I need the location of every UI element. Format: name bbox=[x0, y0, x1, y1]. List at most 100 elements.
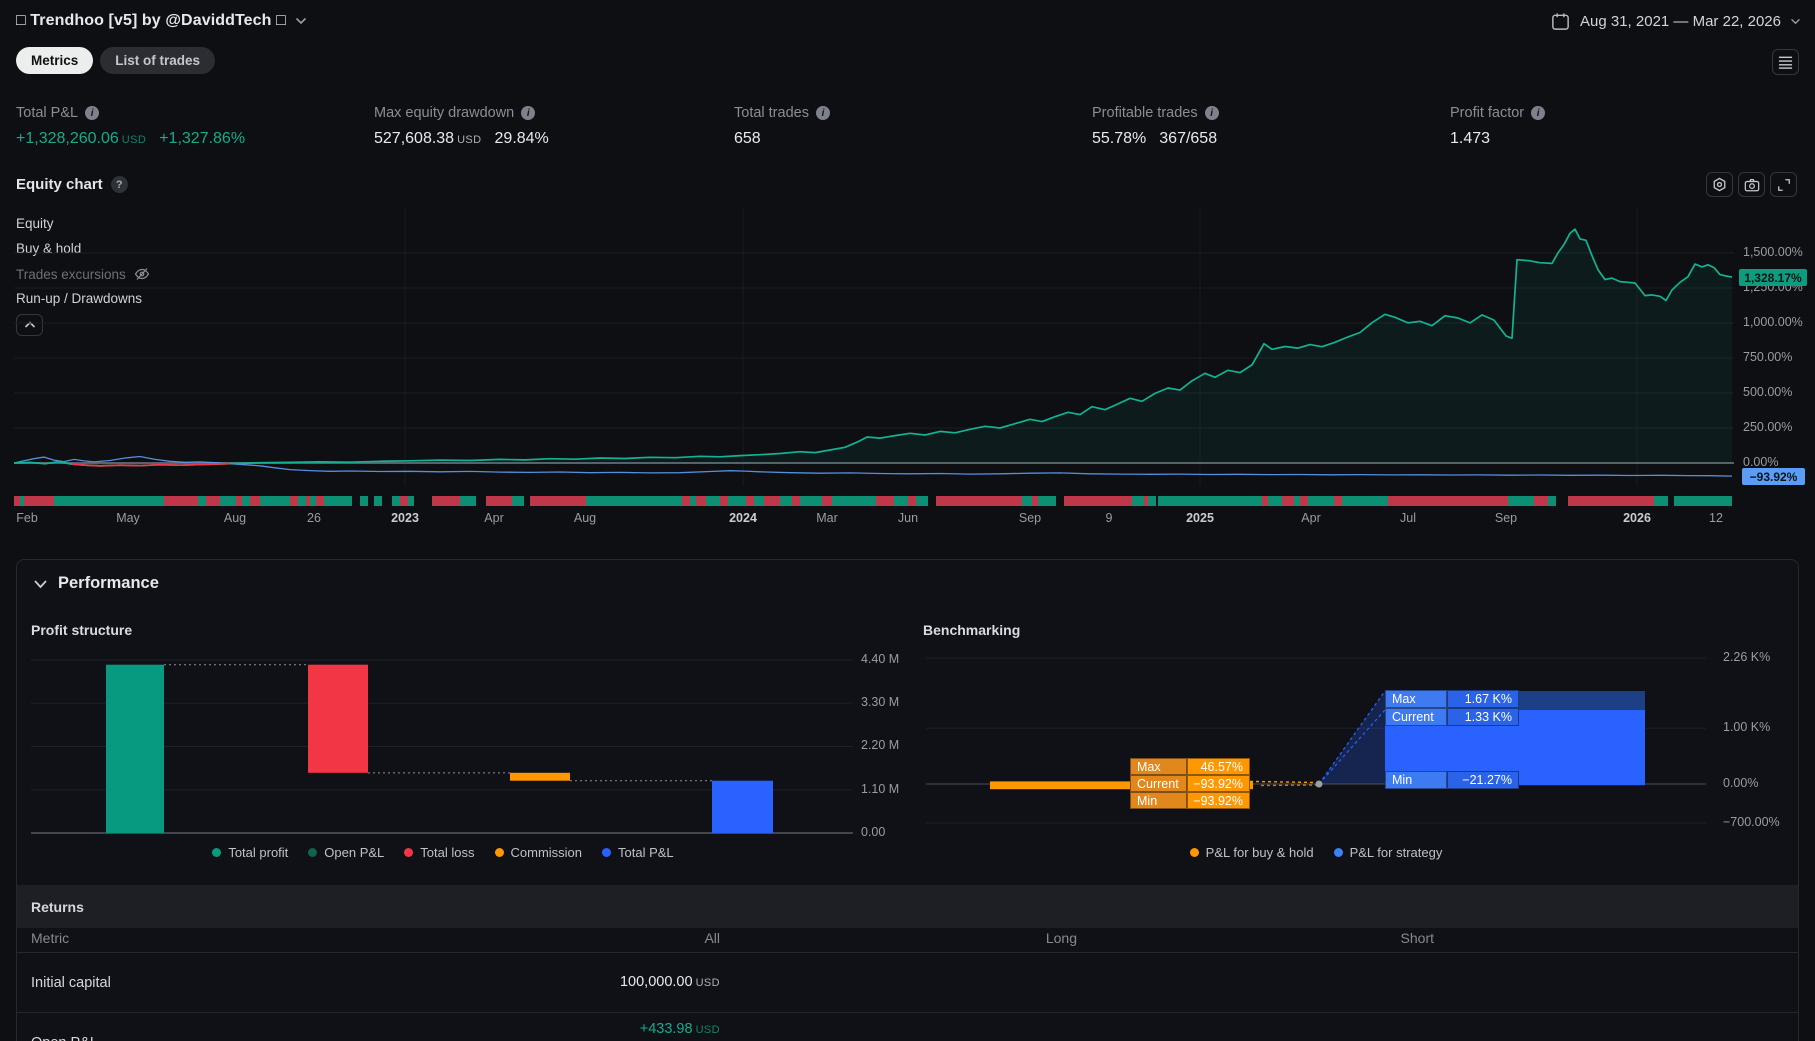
legend-item-commission: Commission bbox=[495, 845, 583, 860]
trade-strip-segment bbox=[894, 496, 908, 506]
tab-metrics[interactable]: Metrics bbox=[16, 47, 93, 74]
trade-strip-segment bbox=[682, 496, 690, 506]
performance-card: Performance Profit structure 4.40 M3.30 … bbox=[16, 559, 1799, 1041]
trade-strip-segment bbox=[1548, 496, 1556, 506]
x-axis-label: 26 bbox=[307, 511, 321, 525]
y-axis-label: 0.00 bbox=[861, 825, 885, 839]
trade-strip-segment bbox=[1334, 496, 1342, 506]
trade-strip-segment bbox=[764, 496, 780, 506]
strategy-title-menu[interactable]: □ Trendhoo [v5] by @DaviddTech □ bbox=[16, 12, 307, 30]
profit-structure-chart bbox=[31, 651, 855, 841]
x-axis-label: May bbox=[116, 511, 140, 525]
strategy-stats-table: Max1.67 K%Current1.33 K% bbox=[1385, 690, 1519, 726]
legend-dot-icon bbox=[602, 848, 611, 857]
y-axis-label: −700.00% bbox=[1723, 815, 1780, 829]
trade-strip-segment bbox=[164, 496, 198, 506]
layout-menu-button[interactable] bbox=[1772, 49, 1799, 75]
trade-strip-segment bbox=[352, 496, 360, 506]
trade-strip-segment bbox=[206, 496, 220, 506]
y-axis-label: 500.00% bbox=[1743, 385, 1792, 399]
trade-strip-segment bbox=[746, 496, 754, 506]
chevron-down-icon bbox=[295, 17, 307, 25]
x-axis-label: 2023 bbox=[391, 511, 419, 525]
waterfall-bar-total-profit bbox=[106, 665, 164, 833]
equity-chart-plot[interactable] bbox=[14, 208, 1734, 493]
date-range-picker[interactable]: Aug 31, 2021 — Mar 22, 2026 bbox=[1550, 11, 1801, 32]
performance-title: Performance bbox=[58, 574, 159, 593]
x-axis-label: Jul bbox=[1400, 511, 1416, 525]
trade-strip-segment bbox=[936, 496, 1022, 506]
y-axis-label: 0.00% bbox=[1743, 455, 1778, 469]
metric-max-equity-drawdown: Max equity drawdown i 527,608.38USD 29.8… bbox=[374, 105, 549, 148]
trade-strip-segment bbox=[260, 496, 290, 506]
trade-strip-segment bbox=[1388, 496, 1508, 506]
strategy-tester-panel: □ Trendhoo [v5] by @DaviddTech □ Aug 31,… bbox=[0, 0, 1815, 1041]
table-row-open-p-l: Open P&L +433.98USD bbox=[17, 1013, 1798, 1041]
trade-strip-segment bbox=[728, 496, 746, 506]
y-axis-label: 250.00% bbox=[1743, 420, 1792, 434]
trade-strip-segment bbox=[832, 496, 876, 506]
x-axis-label: Aug bbox=[574, 511, 596, 525]
x-axis-label: Jun bbox=[898, 511, 918, 525]
snapshot-button[interactable] bbox=[1738, 172, 1765, 197]
buy-hold-last-value-badge: −93.92% bbox=[1742, 468, 1805, 485]
calendar-icon bbox=[1550, 11, 1571, 32]
performance-section-toggle[interactable]: Performance bbox=[33, 574, 159, 593]
fullscreen-button[interactable] bbox=[1770, 172, 1797, 197]
legend-dot-icon bbox=[308, 848, 317, 857]
trade-strip-segment bbox=[242, 496, 250, 506]
legend-dot-icon bbox=[1190, 848, 1199, 857]
trade-strip-segment bbox=[374, 496, 382, 506]
trade-strip-segment bbox=[1342, 496, 1388, 506]
trade-strip-segment bbox=[316, 496, 324, 506]
legend-dot-icon bbox=[404, 848, 413, 857]
x-axis-label: Sep bbox=[1495, 511, 1517, 525]
menu-lines-icon bbox=[1778, 55, 1793, 69]
trade-strip-segment bbox=[1038, 496, 1056, 506]
y-axis-label: 3.30 M bbox=[861, 695, 899, 709]
benchmarking-title: Benchmarking bbox=[923, 622, 1020, 638]
trade-strip-segment bbox=[1300, 496, 1308, 506]
expand-icon bbox=[1777, 178, 1791, 192]
y-axis-label: 1,000.00% bbox=[1743, 315, 1803, 329]
table-row-initial-capital: Initial capital 100,000.00USD bbox=[17, 953, 1798, 1013]
info-icon[interactable]: i bbox=[816, 106, 830, 120]
trade-strip-segment bbox=[1568, 496, 1654, 506]
equity-chart-header: Equity chart ? bbox=[16, 176, 128, 193]
info-icon[interactable]: i bbox=[521, 106, 535, 120]
chevron-down-icon bbox=[33, 579, 48, 589]
trade-strip-segment bbox=[400, 496, 408, 506]
x-axis-label: 9 bbox=[1106, 511, 1113, 525]
info-icon[interactable]: i bbox=[1531, 106, 1545, 120]
returns-header-row: MetricAllLongShort bbox=[17, 928, 1798, 953]
waterfall-bar-total-p-l bbox=[712, 781, 773, 833]
trade-strip-segment bbox=[1282, 496, 1294, 506]
trade-strip-segment bbox=[1132, 496, 1144, 506]
tab-list-of-trades[interactable]: List of trades bbox=[100, 47, 215, 74]
trade-strip-segment bbox=[780, 496, 792, 506]
legend-item-open-p-l: Open P&L bbox=[308, 845, 384, 860]
equity-chart-title: Equity chart bbox=[16, 176, 103, 193]
help-icon[interactable]: ? bbox=[111, 176, 128, 193]
x-axis-label: 2026 bbox=[1623, 511, 1651, 525]
chart-settings-button[interactable] bbox=[1706, 172, 1733, 197]
trade-strip-segment bbox=[460, 496, 476, 506]
trade-strip-segment bbox=[290, 496, 298, 506]
trade-strip-segment bbox=[298, 496, 306, 506]
info-icon[interactable]: i bbox=[85, 106, 99, 120]
trade-strip-segment bbox=[696, 496, 706, 506]
trade-strip-segment bbox=[530, 496, 586, 506]
returns-section-header[interactable]: Returns bbox=[17, 885, 1798, 928]
trade-strip-segment bbox=[24, 496, 54, 506]
trade-strip-segment bbox=[324, 496, 352, 506]
trade-strip-segment bbox=[1308, 496, 1334, 506]
origin-dot-icon bbox=[1316, 781, 1323, 788]
legend-dot-icon bbox=[1334, 848, 1343, 857]
y-axis-label: 1.00 K% bbox=[1723, 720, 1770, 734]
trade-strip-segment bbox=[486, 496, 512, 506]
gear-icon bbox=[1712, 177, 1727, 192]
metric-total-p-l: Total P&L i +1,328,260.06USD +1,327.86% bbox=[16, 105, 245, 148]
trade-strip-segment bbox=[1534, 496, 1548, 506]
info-icon[interactable]: i bbox=[1205, 106, 1219, 120]
x-axis-label: Feb bbox=[16, 511, 38, 525]
